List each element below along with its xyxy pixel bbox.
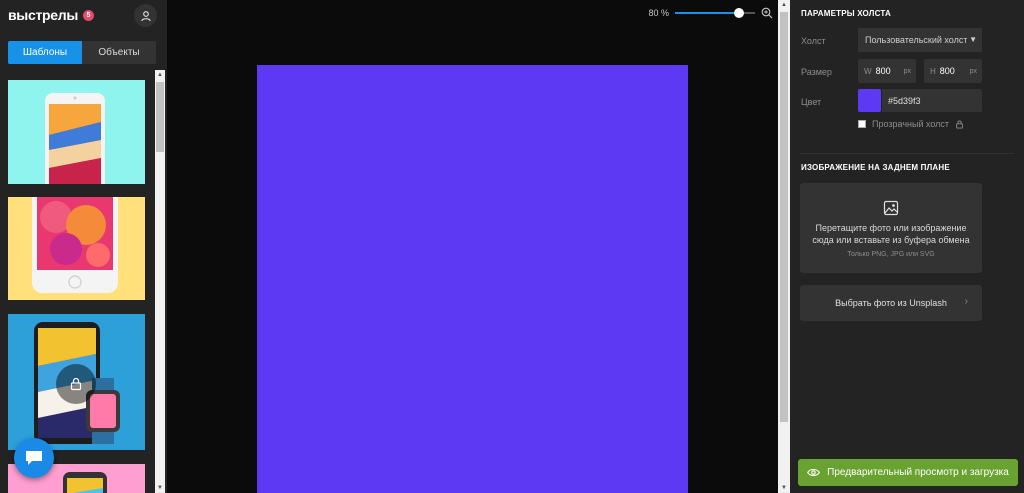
transparent-canvas-label: Прозрачный холст xyxy=(872,119,950,129)
scroll-down-arrow[interactable]: ▼ xyxy=(778,483,790,493)
zoom-level-label: 80 % xyxy=(648,8,669,18)
chat-button[interactable] xyxy=(14,438,54,478)
chat-icon xyxy=(26,451,42,465)
left-sidebar: выстрелы 5 Шаблоны Объекты ▲ ▼ xyxy=(0,0,167,493)
scrollbar-thumb[interactable] xyxy=(780,12,788,422)
design-canvas[interactable] xyxy=(257,65,688,493)
color-swatch[interactable] xyxy=(858,89,881,112)
account-button[interactable] xyxy=(134,4,157,27)
preview-download-button[interactable]: Предварительный просмотр и загрузка xyxy=(798,459,1018,486)
height-field[interactable]: H 800 px xyxy=(924,59,982,83)
dropzone-formats: Только PNG, JPG или SVG xyxy=(847,251,935,258)
height-value: 800 xyxy=(939,66,955,76)
template-thumbnail[interactable] xyxy=(8,80,145,184)
notification-badge: 5 xyxy=(83,9,94,21)
canvas-label: Холст xyxy=(801,36,826,46)
zoom-slider[interactable] xyxy=(675,8,755,18)
scroll-down-arrow[interactable]: ▼ xyxy=(155,483,165,493)
locked-overlay xyxy=(56,364,96,404)
canvas-preset-select[interactable]: Пользовательский холст ▼ xyxy=(858,28,982,52)
tab-objects[interactable]: Объекты xyxy=(82,41,156,64)
zoom-slider-knob[interactable] xyxy=(734,8,744,18)
sidebar-tabs: Шаблоны Объекты xyxy=(8,41,156,64)
width-unit: px xyxy=(903,67,911,75)
scroll-up-arrow[interactable]: ▲ xyxy=(778,0,790,10)
width-field[interactable]: W 800 px xyxy=(858,59,916,83)
canvas-settings-title: ПАРАМЕТРЫ ХОЛСТА xyxy=(801,9,891,18)
preview-download-label: Предварительный просмотр и загрузка xyxy=(827,467,1009,478)
background-image-title: ИЗОБРАЖЕНИЕ НА ЗАДНЕМ ПЛАНЕ xyxy=(801,163,950,172)
dropzone-text-line2: сюда или вставьте из буфера обмена xyxy=(812,235,970,245)
color-label: Цвет xyxy=(801,97,822,107)
transparent-canvas-option[interactable]: Прозрачный холст xyxy=(858,119,964,129)
user-icon xyxy=(140,10,151,21)
chevron-right-icon: › xyxy=(964,296,968,307)
zoom-in-icon[interactable] xyxy=(761,7,773,19)
canvas-preset-value: Пользовательский холст xyxy=(865,35,968,45)
iphone-mockup-image xyxy=(45,93,105,184)
iphone-mockup-image xyxy=(32,197,118,293)
color-hex-input[interactable]: #5d39f3 xyxy=(882,89,982,112)
image-icon xyxy=(883,200,899,216)
scrollbar-thumb[interactable] xyxy=(156,82,164,152)
height-unit: px xyxy=(969,67,977,75)
transparent-canvas-checkbox[interactable] xyxy=(858,120,866,128)
section-divider xyxy=(800,153,1014,154)
background-image-dropzone[interactable]: Перетащите фото или изображение сюда или… xyxy=(800,183,982,273)
height-prefix: H xyxy=(930,66,936,76)
template-list xyxy=(8,80,145,493)
template-thumbnail[interactable] xyxy=(8,197,145,300)
zoom-control: 80 % xyxy=(647,7,773,19)
eye-icon xyxy=(807,468,821,477)
template-thumbnail[interactable] xyxy=(8,314,145,450)
dropzone-text-line1: Перетащите фото или изображение xyxy=(815,223,967,233)
width-value: 800 xyxy=(875,66,891,76)
width-prefix: W xyxy=(864,66,872,76)
brand[interactable]: выстрелы 5 xyxy=(8,7,94,23)
lock-icon xyxy=(70,377,82,391)
stage-scrollbar[interactable]: ▲ ▼ xyxy=(778,0,790,493)
canvas-stage: 80 % xyxy=(167,0,778,493)
unsplash-button-label: Выбрать фото из Unsplash xyxy=(835,298,947,308)
zoom-slider-fill xyxy=(675,12,739,14)
caret-down-icon: ▼ xyxy=(967,35,977,44)
properties-panel: ПАРАМЕТРЫ ХОЛСТА Холст Пользовательский … xyxy=(790,0,1024,493)
brand-logo-text: выстрелы xyxy=(8,7,78,23)
scroll-up-arrow[interactable]: ▲ xyxy=(155,70,165,80)
size-label: Размер xyxy=(801,67,832,77)
lock-icon xyxy=(956,120,963,128)
tab-templates[interactable]: Шаблоны xyxy=(8,41,82,64)
unsplash-button[interactable]: Выбрать фото из Unsplash › xyxy=(800,285,982,321)
sidebar-scrollbar[interactable]: ▲ ▼ xyxy=(155,70,165,493)
